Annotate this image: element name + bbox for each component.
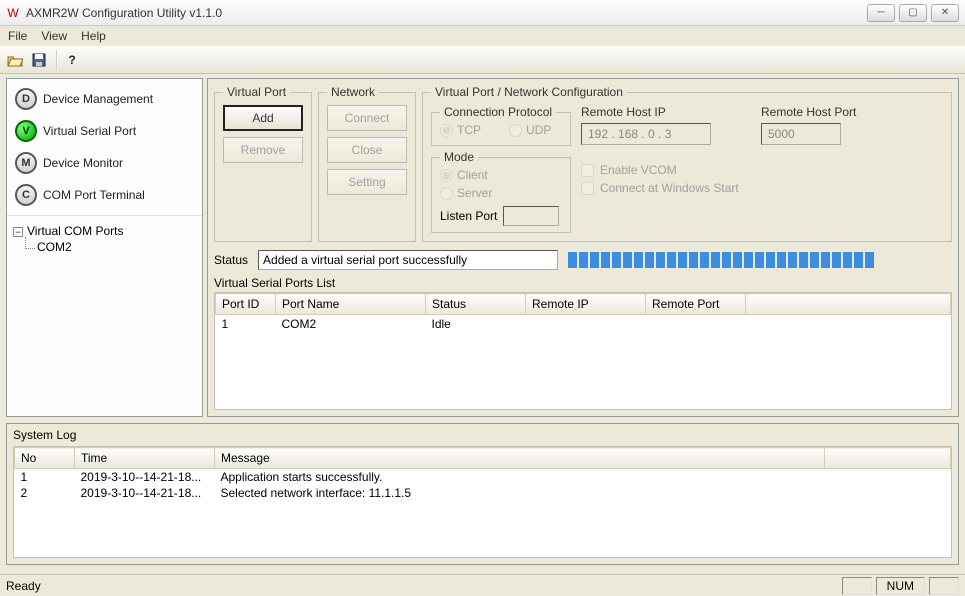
remote-host-port-input[interactable]: 5000	[761, 123, 841, 145]
tree-root-label: Virtual COM Ports	[27, 224, 123, 238]
virtual-port-legend: Virtual Port	[223, 85, 290, 99]
menu-bar: File View Help	[0, 26, 965, 46]
sidebar: D Device Management V Virtual Serial Por…	[6, 78, 203, 417]
progress-bar	[568, 251, 952, 269]
log-row[interactable]: 1 2019-3-10--14-21-18... Application sta…	[15, 469, 951, 486]
status-cell-empty	[842, 577, 872, 595]
vsp-table: Port ID Port Name Status Remote IP Remot…	[214, 292, 952, 410]
status-label: Status	[214, 253, 248, 267]
listen-port-label: Listen Port	[440, 209, 497, 223]
tcp-radio[interactable]: TCP	[440, 123, 481, 137]
udp-radio[interactable]: UDP	[509, 123, 551, 137]
sidebar-item-label: Device Monitor	[43, 156, 123, 170]
sidebar-item-device-monitor[interactable]: M Device Monitor	[7, 147, 202, 179]
col-remote-ip[interactable]: Remote IP	[526, 294, 646, 315]
device-management-icon: D	[15, 88, 37, 110]
remote-host-ip-input[interactable]: 192 . 168 . 0 . 3	[581, 123, 711, 145]
table-row[interactable]: 1 COM2 Idle	[216, 315, 951, 334]
menu-help[interactable]: Help	[81, 29, 106, 43]
vp-network-config-legend: Virtual Port / Network Configuration	[431, 85, 627, 99]
add-button[interactable]: Add	[223, 105, 303, 131]
remote-host-port-label: Remote Host Port	[761, 105, 856, 119]
status-bar: Ready NUM	[0, 574, 965, 596]
menu-view[interactable]: View	[41, 29, 67, 43]
tree-item-com2[interactable]: COM2	[37, 240, 196, 254]
server-radio[interactable]: Server	[440, 186, 492, 200]
vp-network-config-group: Virtual Port / Network Configuration Con…	[422, 85, 952, 242]
mode-legend: Mode	[440, 150, 478, 164]
network-group: Network Connect Close Setting	[318, 85, 416, 242]
close-button[interactable]: ✕	[931, 4, 959, 22]
help-icon[interactable]: ?	[61, 49, 83, 71]
col-port-id[interactable]: Port ID	[216, 294, 276, 315]
connection-protocol-legend: Connection Protocol	[440, 105, 556, 119]
sidebar-item-label: Device Management	[43, 92, 153, 106]
window-title: AXMR2W Configuration Utility v1.1.0	[26, 6, 867, 20]
enable-vcom-checkbox[interactable]: Enable VCOM	[581, 163, 751, 177]
client-radio[interactable]: Client	[440, 168, 488, 182]
open-icon[interactable]	[4, 49, 26, 71]
connect-button[interactable]: Connect	[327, 105, 407, 131]
col-port-name[interactable]: Port Name	[276, 294, 426, 315]
col-status[interactable]: Status	[426, 294, 526, 315]
log-col-spacer	[825, 448, 951, 469]
remote-host-ip-label: Remote Host IP	[581, 105, 751, 119]
save-icon[interactable]	[28, 49, 50, 71]
sidebar-item-virtual-serial-port[interactable]: V Virtual Serial Port	[7, 115, 202, 147]
remove-button[interactable]: Remove	[223, 137, 303, 163]
status-numlock: NUM	[876, 577, 925, 595]
log-col-time[interactable]: Time	[75, 448, 215, 469]
system-log-table: No Time Message 1 2019-3-10--14-21-18...…	[14, 447, 951, 501]
status-ready: Ready	[6, 579, 41, 593]
connection-protocol-group: Connection Protocol TCP UDP	[431, 105, 571, 146]
config-panel: Virtual Port Add Remove Network Connect …	[207, 78, 959, 417]
close-network-button[interactable]: Close	[327, 137, 407, 163]
status-cell-empty2	[929, 577, 959, 595]
device-monitor-icon: M	[15, 152, 37, 174]
log-col-no[interactable]: No	[15, 448, 75, 469]
vsp-list-label: Virtual Serial Ports List	[214, 276, 952, 290]
log-row[interactable]: 2 2019-3-10--14-21-18... Selected networ…	[15, 485, 951, 501]
col-spacer	[746, 294, 951, 315]
com-ports-tree: −Virtual COM Ports COM2	[7, 216, 202, 416]
tree-collapse-icon[interactable]: −	[13, 227, 23, 237]
mode-group: Mode Client Server Listen Port	[431, 150, 571, 233]
title-bar: W AXMR2W Configuration Utility v1.1.0 ─ …	[0, 0, 965, 26]
minimize-button[interactable]: ─	[867, 4, 895, 22]
col-remote-port[interactable]: Remote Port	[646, 294, 746, 315]
com-port-terminal-icon: C	[15, 184, 37, 206]
sidebar-item-com-port-terminal[interactable]: C COM Port Terminal	[7, 179, 202, 211]
tree-root[interactable]: −Virtual COM Ports	[13, 224, 196, 238]
app-icon: W	[6, 6, 20, 20]
virtual-port-group: Virtual Port Add Remove	[214, 85, 312, 242]
toolbar: ?	[0, 46, 965, 74]
maximize-button[interactable]: ▢	[899, 4, 927, 22]
virtual-serial-port-icon: V	[15, 120, 37, 142]
setting-button[interactable]: Setting	[327, 169, 407, 195]
status-text: Added a virtual serial port successfully	[258, 250, 558, 270]
listen-port-input[interactable]	[503, 206, 559, 226]
network-legend: Network	[327, 85, 379, 99]
sidebar-item-label: COM Port Terminal	[43, 188, 145, 202]
menu-file[interactable]: File	[8, 29, 27, 43]
log-col-message[interactable]: Message	[215, 448, 825, 469]
connect-at-start-checkbox[interactable]: Connect at Windows Start	[581, 181, 751, 195]
sidebar-item-label: Virtual Serial Port	[43, 124, 136, 138]
system-log-title: System Log	[13, 426, 952, 446]
system-log-panel: System Log No Time Message 1 2019-3-10--…	[6, 423, 959, 565]
sidebar-item-device-management[interactable]: D Device Management	[7, 83, 202, 115]
